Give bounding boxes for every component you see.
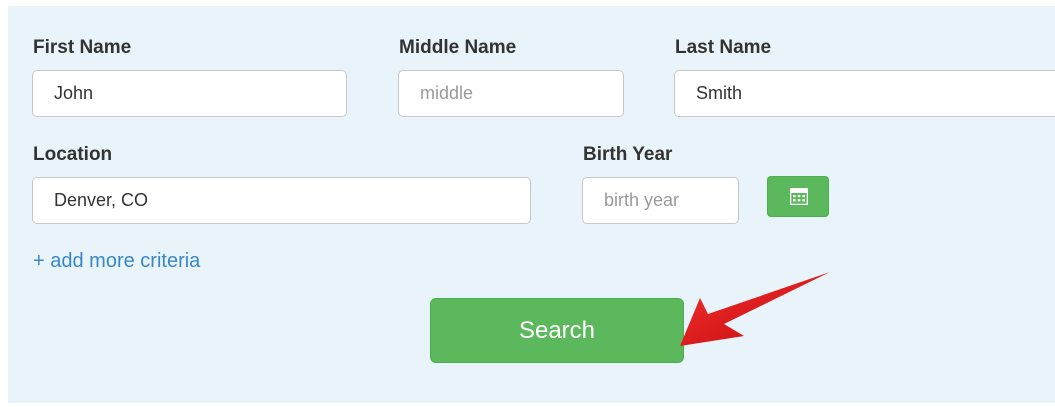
first-name-input[interactable] — [32, 70, 347, 117]
last-name-label: Last Name — [675, 37, 772, 58]
middle-name-input[interactable] — [398, 70, 624, 117]
search-button[interactable]: Search — [430, 298, 684, 363]
location-label: Location — [33, 144, 113, 165]
birth-year-label: Birth Year — [583, 144, 673, 165]
calendar-icon — [790, 188, 808, 205]
location-input[interactable] — [32, 177, 531, 224]
add-more-criteria-link[interactable]: + add more criteria — [33, 249, 200, 273]
middle-name-label: Middle Name — [399, 37, 517, 58]
birth-year-input[interactable] — [582, 177, 739, 224]
calendar-button[interactable] — [767, 176, 829, 217]
first-name-label: First Name — [33, 37, 132, 58]
red-arrow-icon — [680, 272, 830, 346]
last-name-input[interactable] — [674, 70, 1055, 117]
